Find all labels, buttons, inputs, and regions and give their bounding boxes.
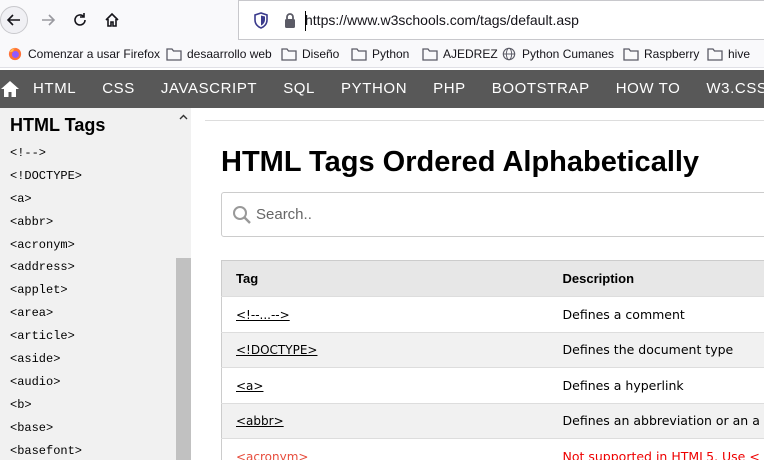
sidebar-item[interactable]: <!--> bbox=[10, 145, 82, 168]
column-header-description: Description bbox=[548, 260, 764, 297]
nav-sql[interactable]: SQL bbox=[270, 70, 328, 108]
search-input[interactable] bbox=[256, 199, 756, 230]
sidebar-item[interactable]: <a> bbox=[10, 191, 82, 214]
scroll-up-button[interactable] bbox=[176, 110, 191, 124]
table-header-row: Tag Description bbox=[221, 260, 764, 297]
folder-icon bbox=[422, 48, 438, 61]
sidebar-item[interactable]: <!DOCTYPE> bbox=[10, 168, 82, 191]
lock-icon[interactable] bbox=[283, 12, 297, 29]
tag-description: Defines a comment bbox=[548, 296, 764, 333]
browser-toolbar: https://www.w3schools.com/tags/default.a… bbox=[0, 0, 764, 40]
folder-icon bbox=[707, 48, 723, 61]
table-row: <abbr> Defines an abbreviation or an a bbox=[221, 403, 764, 439]
bookmark-folder-raspberry[interactable]: Raspberry bbox=[623, 45, 699, 63]
sidebar-item[interactable]: <aside> bbox=[10, 351, 82, 374]
bookmark-python-cumanes[interactable]: Python Cumanes bbox=[501, 45, 614, 63]
sidebar-item[interactable]: <abbr> bbox=[10, 214, 82, 237]
table-row: <acronym> Not supported in HTML5. Use < bbox=[221, 438, 764, 460]
column-header-tag: Tag bbox=[221, 260, 549, 297]
nav-bootstrap[interactable]: BOOTSTRAP bbox=[479, 70, 603, 108]
home-icon bbox=[105, 12, 119, 27]
nav-php[interactable]: PHP bbox=[420, 70, 479, 108]
bookmarks-bar: Comenzar a usar Firefox desaarrollo web … bbox=[0, 40, 764, 68]
url-text[interactable]: https://www.w3schools.com/tags/default.a… bbox=[305, 12, 579, 28]
back-button[interactable] bbox=[0, 6, 28, 34]
sidebar-item[interactable]: <audio> bbox=[10, 374, 82, 397]
url-bar[interactable]: https://www.w3schools.com/tags/default.a… bbox=[238, 0, 764, 40]
tag-link[interactable]: <!DOCTYPE> bbox=[236, 343, 317, 357]
home-button[interactable] bbox=[98, 6, 126, 34]
w3-topnav: HTML CSS JAVASCRIPT SQL PYTHON PHP BOOTS… bbox=[0, 70, 764, 108]
table-row: <!--...--> Defines a comment bbox=[221, 296, 764, 333]
nav-w3css[interactable]: W3.CSS bbox=[693, 70, 764, 108]
sidebar-item[interactable]: <address> bbox=[10, 259, 82, 282]
tag-link[interactable]: <!--...--> bbox=[236, 308, 290, 322]
reload-button[interactable] bbox=[66, 6, 94, 34]
tag-link[interactable]: <a> bbox=[236, 379, 263, 393]
sidebar-item[interactable]: <applet> bbox=[10, 282, 82, 305]
search-box[interactable] bbox=[221, 192, 764, 237]
nav-howto[interactable]: HOW TO bbox=[603, 70, 694, 108]
divider bbox=[205, 120, 764, 121]
bookmark-folder-diseno[interactable]: Diseño bbox=[281, 45, 339, 63]
tag-description: Not supported in HTML5. Use < bbox=[548, 438, 764, 460]
page-title: HTML Tags Ordered Alphabetically bbox=[221, 146, 700, 178]
nav-python[interactable]: PYTHON bbox=[328, 70, 420, 108]
sidebar-title: HTML Tags bbox=[10, 115, 106, 135]
folder-icon bbox=[351, 48, 367, 61]
bookmark-label: Diseño bbox=[302, 47, 340, 61]
table-row: <a> Defines a hyperlink bbox=[221, 367, 764, 404]
search-icon bbox=[233, 206, 251, 224]
reload-icon bbox=[74, 13, 86, 26]
tracking-shield-icon[interactable] bbox=[253, 12, 269, 29]
sidebar-item[interactable]: <area> bbox=[10, 305, 82, 328]
forward-arrow-icon bbox=[42, 14, 56, 26]
bookmark-label: desaarrollo web bbox=[187, 47, 272, 61]
bookmark-firefox[interactable]: Comenzar a usar Firefox bbox=[7, 45, 160, 63]
sidebar-item[interactable]: <acronym> bbox=[10, 237, 82, 260]
home-icon bbox=[1, 81, 19, 97]
bookmark-folder-desarrollo[interactable]: desaarrollo web bbox=[166, 45, 272, 63]
firefox-icon bbox=[8, 47, 22, 61]
scrollbar-thumb[interactable] bbox=[176, 258, 191, 460]
tag-description: Defines the document type bbox=[548, 332, 764, 368]
folder-icon bbox=[623, 48, 639, 61]
bookmark-folder-python[interactable]: Python bbox=[351, 45, 409, 63]
sidebar-item[interactable]: <b> bbox=[10, 397, 82, 420]
bookmark-label: Python Cumanes bbox=[522, 47, 615, 61]
tag-description: Defines an abbreviation or an a bbox=[548, 403, 764, 439]
sidebar: HTML Tags <!--> <!DOCTYPE> <a> <abbr> <a… bbox=[0, 108, 191, 460]
folder-icon bbox=[281, 48, 297, 61]
nav-html[interactable]: HTML bbox=[20, 70, 89, 108]
bookmark-folder-hive[interactable]: hive bbox=[707, 45, 750, 63]
w3-home-link[interactable] bbox=[0, 70, 20, 108]
sidebar-item[interactable]: <base> bbox=[10, 420, 82, 443]
tag-link[interactable]: <abbr> bbox=[236, 414, 284, 428]
bookmark-label: Raspberry bbox=[644, 47, 700, 61]
table-row: <!DOCTYPE> Defines the document type bbox=[221, 332, 764, 368]
sidebar-item[interactable]: <article> bbox=[10, 328, 82, 351]
forward-button[interactable] bbox=[34, 6, 62, 34]
tag-description: Defines a hyperlink bbox=[548, 367, 764, 404]
back-arrow-icon bbox=[6, 14, 20, 26]
nav-javascript[interactable]: JAVASCRIPT bbox=[148, 70, 270, 108]
bookmark-label: Python bbox=[372, 47, 410, 61]
tag-link[interactable]: <acronym> bbox=[236, 450, 308, 460]
globe-icon bbox=[502, 47, 516, 61]
bookmark-label: hive bbox=[728, 47, 751, 61]
bookmark-label: Comenzar a usar Firefox bbox=[28, 47, 161, 61]
chevron-up-icon bbox=[179, 114, 188, 120]
sidebar-list: <!--> <!DOCTYPE> <a> <abbr> <acronym> <a… bbox=[10, 145, 82, 460]
tags-table: Tag Description <!--...--> Defines a com… bbox=[221, 260, 764, 460]
folder-icon bbox=[166, 48, 182, 61]
sidebar-item[interactable]: <basefont> bbox=[10, 443, 82, 460]
bookmark-folder-ajedrez[interactable]: AJEDREZ bbox=[422, 45, 498, 63]
bookmark-label: AJEDREZ bbox=[443, 47, 498, 61]
nav-css[interactable]: CSS bbox=[89, 70, 148, 108]
